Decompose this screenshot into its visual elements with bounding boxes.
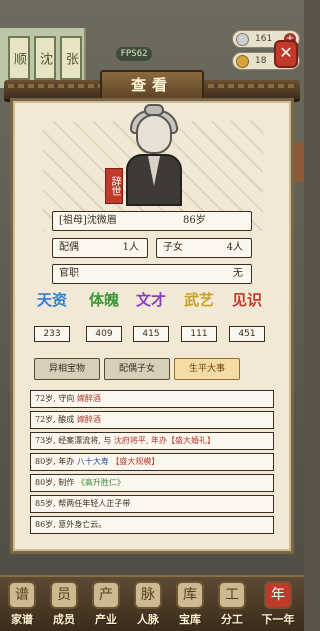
tab-spouse-children[interactable]: 配偶子女 [104,358,170,380]
dialog-title: 查看 [100,70,204,100]
official-title-value: 无 [233,268,243,279]
name-age-row: [祖母]沈微眉 86岁 [52,211,252,231]
official-title-label: 官职 [59,268,79,279]
event-highlight: 《高升胜仁》 [76,478,125,487]
event-text: 帮两任年轻人正子带 [58,499,131,508]
list-item: 72岁, 酿成 嫁醉酒 [30,411,274,429]
nav-property[interactable]: 产 产业 [86,577,126,631]
list-item: 72岁, 守向 嫁醉酒 [30,390,274,408]
event-age: 73岁, [35,436,56,445]
event-age: 72岁, [35,415,56,424]
spouse-count: 1人 [122,242,139,253]
property-icon: 产 [92,581,120,609]
nav-treasury[interactable]: 库 宝库 [170,577,210,631]
person-name: [祖母]沈微眉 [59,215,117,226]
gold-amount: 18 [255,56,267,66]
division-icon: 工 [218,581,246,609]
nav-label: 家谱 [11,613,33,626]
attribute-value: 233 [34,326,70,342]
event-text: 守向 [58,394,75,403]
life-events-list[interactable]: 72岁, 守向 嫁醉酒 72岁, 酿成 嫁醉酒 73岁, 经案漂流将, 与 沈府… [30,390,274,538]
list-item: 86岁, 意外身亡云。 [30,516,274,534]
attribute-talent: 天资 233 [34,292,70,342]
list-item: 80岁, 年办 八十大寿 【盛大规模】 [30,453,274,471]
attribute-label: 武艺 [183,291,214,309]
official-title-row: 官职 无 [52,264,252,284]
tab-life-events[interactable]: 生平大事 [174,358,240,380]
children-label: 子女 [163,242,183,253]
nav-label: 成员 [53,613,75,626]
attribute-label: 文才 [135,291,166,309]
spouse-label: 配偶 [59,242,79,253]
close-icon[interactable]: ✕ [274,40,298,68]
portrait-robe [126,154,182,206]
treasury-icon: 库 [176,581,204,609]
tab-treasures[interactable]: 异相宝物 [34,358,100,380]
next-year-icon: 年 [264,581,292,609]
list-item: 73岁, 经案漂流将, 与 沈府将平, 年办【盛大婚礼】 [30,432,274,450]
list-item: 80岁, 制作 《高升胜仁》 [30,474,274,492]
event-age: 80岁, [35,457,56,466]
nav-label: 下一年 [261,613,295,626]
event-highlight: 八十大寿 [76,457,109,466]
event-age: 72岁, [35,394,56,403]
event-highlight: 嫁醉酒 [76,394,101,403]
gold-coin-icon [236,55,249,68]
event-highlight: 沈府将平, 年办【盛大婚礼】 [113,436,216,445]
attribute-label: 体魄 [88,291,119,309]
event-highlight: 【盛大规模】 [111,457,160,466]
event-text: 意外身亡云。 [58,520,107,529]
event-text: 酿成 [58,415,75,424]
character-portrait [122,104,186,206]
nav-label: 产业 [95,613,117,626]
nav-members[interactable]: 员 成员 [44,577,84,631]
nav-family-tree[interactable]: 谱 家谱 [2,577,42,631]
family-tree-icon: 谱 [8,581,36,609]
attribute-label: 见识 [231,291,262,309]
event-age: 86岁, [35,520,56,529]
attribute-value: 415 [133,326,169,342]
list-item: 85岁, 帮两任年轻人正子带 [30,495,274,513]
attribute-literary: 文才 415 [133,292,169,342]
deceased-seal: 辞世 [105,168,123,204]
portrait-face [136,114,172,154]
attribute-label: 天资 [36,291,67,309]
children-count: 4人 [226,242,243,253]
attribute-martial: 武艺 111 [181,292,217,342]
nav-label: 分工 [221,613,243,626]
spouse-row: 配偶 1人 [52,238,148,258]
attribute-value: 111 [181,326,217,342]
nav-label: 宝库 [179,613,201,626]
event-text: 年办 [58,457,75,466]
member-icon: 员 [50,581,78,609]
attribute-insight: 见识 451 [229,292,265,342]
silver-coin-icon [236,33,249,46]
silver-amount: 161 [255,34,273,44]
attribute-physique: 体魄 409 [86,292,122,342]
bottom-nav: 谱 家谱 员 成员 产 产业 脉 人脉 库 宝库 工 分工 年 下一年 [0,575,304,631]
nav-connections[interactable]: 脉 人脉 [128,577,168,631]
event-age: 80岁, [35,478,56,487]
event-highlight: 嫁醉酒 [76,415,101,424]
event-age: 85岁, [35,499,56,508]
nav-next-year[interactable]: 年 下一年 [254,577,302,631]
event-text: 制作 [58,478,75,487]
nav-label: 人脉 [137,613,159,626]
attribute-value: 409 [86,326,122,342]
fps-counter: FPS62 [116,47,152,61]
person-age: 86岁 [183,215,206,226]
nav-division[interactable]: 工 分工 [212,577,252,631]
connection-icon: 脉 [134,581,162,609]
event-text: 经案漂流将, 与 [58,436,112,445]
children-row: 子女 4人 [156,238,252,258]
attribute-value: 451 [229,326,265,342]
